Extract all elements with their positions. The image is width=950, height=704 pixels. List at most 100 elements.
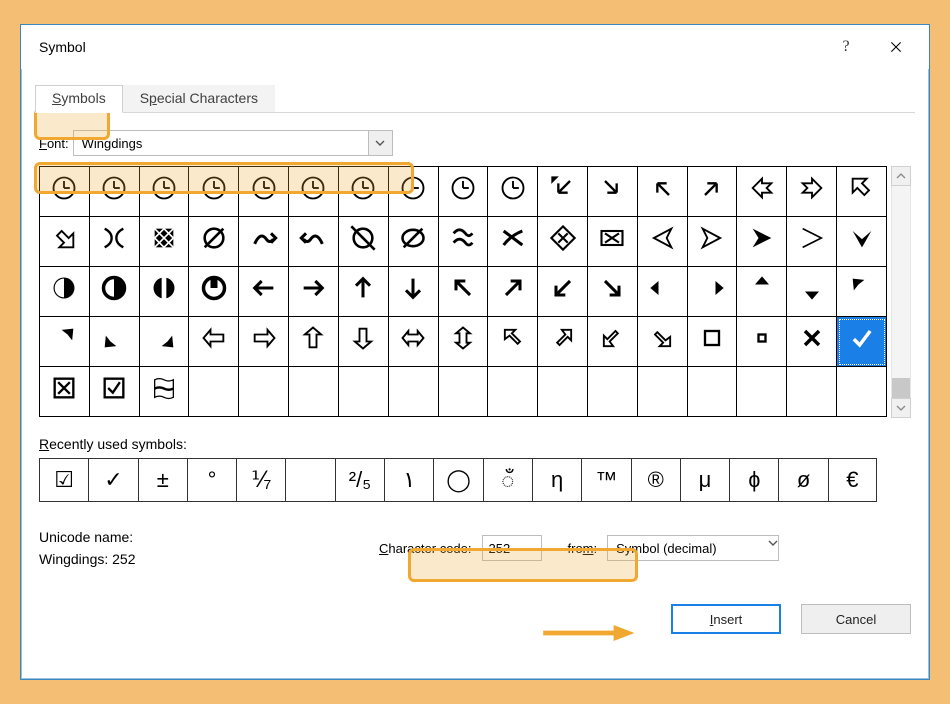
symbol-cell[interactable]: [837, 317, 887, 367]
symbol-cell[interactable]: [687, 367, 737, 417]
symbol-cell[interactable]: [388, 167, 438, 217]
symbol-cell[interactable]: [239, 367, 289, 417]
symbol-cell[interactable]: [587, 317, 637, 367]
symbol-cell[interactable]: [737, 267, 787, 317]
symbol-cell[interactable]: [737, 217, 787, 267]
from-dropdown-button[interactable]: [768, 536, 778, 560]
symbol-cell[interactable]: [40, 167, 90, 217]
symbol-cell[interactable]: [837, 367, 887, 417]
scroll-up-button[interactable]: [891, 166, 911, 186]
symbol-cell[interactable]: [438, 367, 488, 417]
font-combo[interactable]: [73, 130, 393, 156]
tab-symbols[interactable]: Symbols: [35, 85, 123, 113]
symbol-cell[interactable]: [787, 167, 837, 217]
symbol-cell[interactable]: [40, 267, 90, 317]
from-input[interactable]: [608, 536, 768, 560]
symbol-cell[interactable]: [40, 367, 90, 417]
symbol-cell[interactable]: [239, 217, 289, 267]
symbol-cell[interactable]: [139, 217, 189, 267]
symbol-cell[interactable]: [587, 267, 637, 317]
tab-special-characters[interactable]: Special Characters: [123, 85, 275, 113]
symbol-cell[interactable]: [189, 367, 239, 417]
symbol-cell[interactable]: [637, 217, 687, 267]
symbol-cell[interactable]: [89, 317, 139, 367]
symbol-cell[interactable]: [388, 267, 438, 317]
recent-symbol[interactable]: €: [828, 458, 877, 502]
symbol-cell[interactable]: [687, 217, 737, 267]
help-button[interactable]: ?: [821, 25, 871, 69]
symbol-cell[interactable]: [737, 367, 787, 417]
symbol-cell[interactable]: [438, 317, 488, 367]
symbol-cell[interactable]: [289, 317, 339, 367]
symbol-cell[interactable]: [189, 267, 239, 317]
cancel-button[interactable]: Cancel: [801, 604, 911, 634]
symbol-cell[interactable]: [338, 367, 388, 417]
symbol-cell[interactable]: [488, 167, 538, 217]
symbol-grid[interactable]: [39, 166, 887, 417]
symbol-cell[interactable]: [189, 217, 239, 267]
symbol-cell[interactable]: [239, 167, 289, 217]
symbol-cell[interactable]: [488, 367, 538, 417]
symbol-cell[interactable]: [139, 167, 189, 217]
symbol-cell[interactable]: [787, 217, 837, 267]
symbol-cell[interactable]: [488, 267, 538, 317]
symbol-cell[interactable]: [139, 317, 189, 367]
scroll-track[interactable]: [891, 186, 911, 398]
symbol-cell[interactable]: [637, 317, 687, 367]
scroll-thumb[interactable]: [892, 378, 910, 398]
symbol-cell[interactable]: [587, 167, 637, 217]
symbol-cell[interactable]: [338, 267, 388, 317]
symbol-cell[interactable]: [538, 267, 588, 317]
symbol-cell[interactable]: [637, 367, 687, 417]
symbol-cell[interactable]: [488, 217, 538, 267]
recent-symbol[interactable]: ١: [384, 458, 433, 502]
symbol-cell[interactable]: [538, 167, 588, 217]
insert-button[interactable]: Insert: [671, 604, 781, 634]
recent-symbol[interactable]: ™: [581, 458, 630, 502]
symbol-cell[interactable]: [338, 217, 388, 267]
font-dropdown-button[interactable]: [368, 131, 392, 155]
symbol-cell[interactable]: [289, 217, 339, 267]
recent-symbol[interactable]: μ: [680, 458, 729, 502]
symbol-cell[interactable]: [289, 367, 339, 417]
symbol-cell[interactable]: [139, 367, 189, 417]
symbol-cell[interactable]: [40, 317, 90, 367]
recent-symbol[interactable]: ◯: [433, 458, 482, 502]
symbol-cell[interactable]: [687, 267, 737, 317]
symbol-cell[interactable]: [239, 317, 289, 367]
from-combo[interactable]: [607, 535, 779, 561]
symbol-cell[interactable]: [737, 167, 787, 217]
symbol-cell[interactable]: [239, 267, 289, 317]
symbol-cell[interactable]: [338, 167, 388, 217]
symbol-cell[interactable]: [189, 317, 239, 367]
symbol-cell[interactable]: [388, 217, 438, 267]
symbol-cell[interactable]: [587, 217, 637, 267]
recent-symbol[interactable]: [285, 458, 334, 502]
symbol-cell[interactable]: [40, 217, 90, 267]
symbol-cell[interactable]: [139, 267, 189, 317]
symbol-cell[interactable]: [837, 267, 887, 317]
recent-symbol[interactable]: ✓: [88, 458, 137, 502]
recent-symbol[interactable]: ±: [138, 458, 187, 502]
recent-symbol[interactable]: ®: [631, 458, 680, 502]
symbol-cell[interactable]: [388, 367, 438, 417]
symbol-cell[interactable]: [438, 167, 488, 217]
recent-symbol[interactable]: ɸ: [729, 458, 778, 502]
symbol-cell[interactable]: [687, 317, 737, 367]
symbol-cell[interactable]: [837, 217, 887, 267]
symbol-cell[interactable]: [289, 267, 339, 317]
symbol-cell[interactable]: [438, 217, 488, 267]
symbol-cell[interactable]: [89, 367, 139, 417]
symbol-cell[interactable]: [189, 167, 239, 217]
symbol-cell[interactable]: [388, 317, 438, 367]
symbol-cell[interactable]: [89, 167, 139, 217]
symbol-cell[interactable]: [787, 267, 837, 317]
close-button[interactable]: [871, 25, 921, 69]
scroll-down-button[interactable]: [891, 398, 911, 418]
symbol-cell[interactable]: [637, 267, 687, 317]
char-code-input[interactable]: [482, 535, 542, 561]
symbol-cell[interactable]: [338, 317, 388, 367]
font-input[interactable]: [74, 131, 368, 155]
symbol-cell[interactable]: [837, 167, 887, 217]
symbol-cell[interactable]: [787, 367, 837, 417]
